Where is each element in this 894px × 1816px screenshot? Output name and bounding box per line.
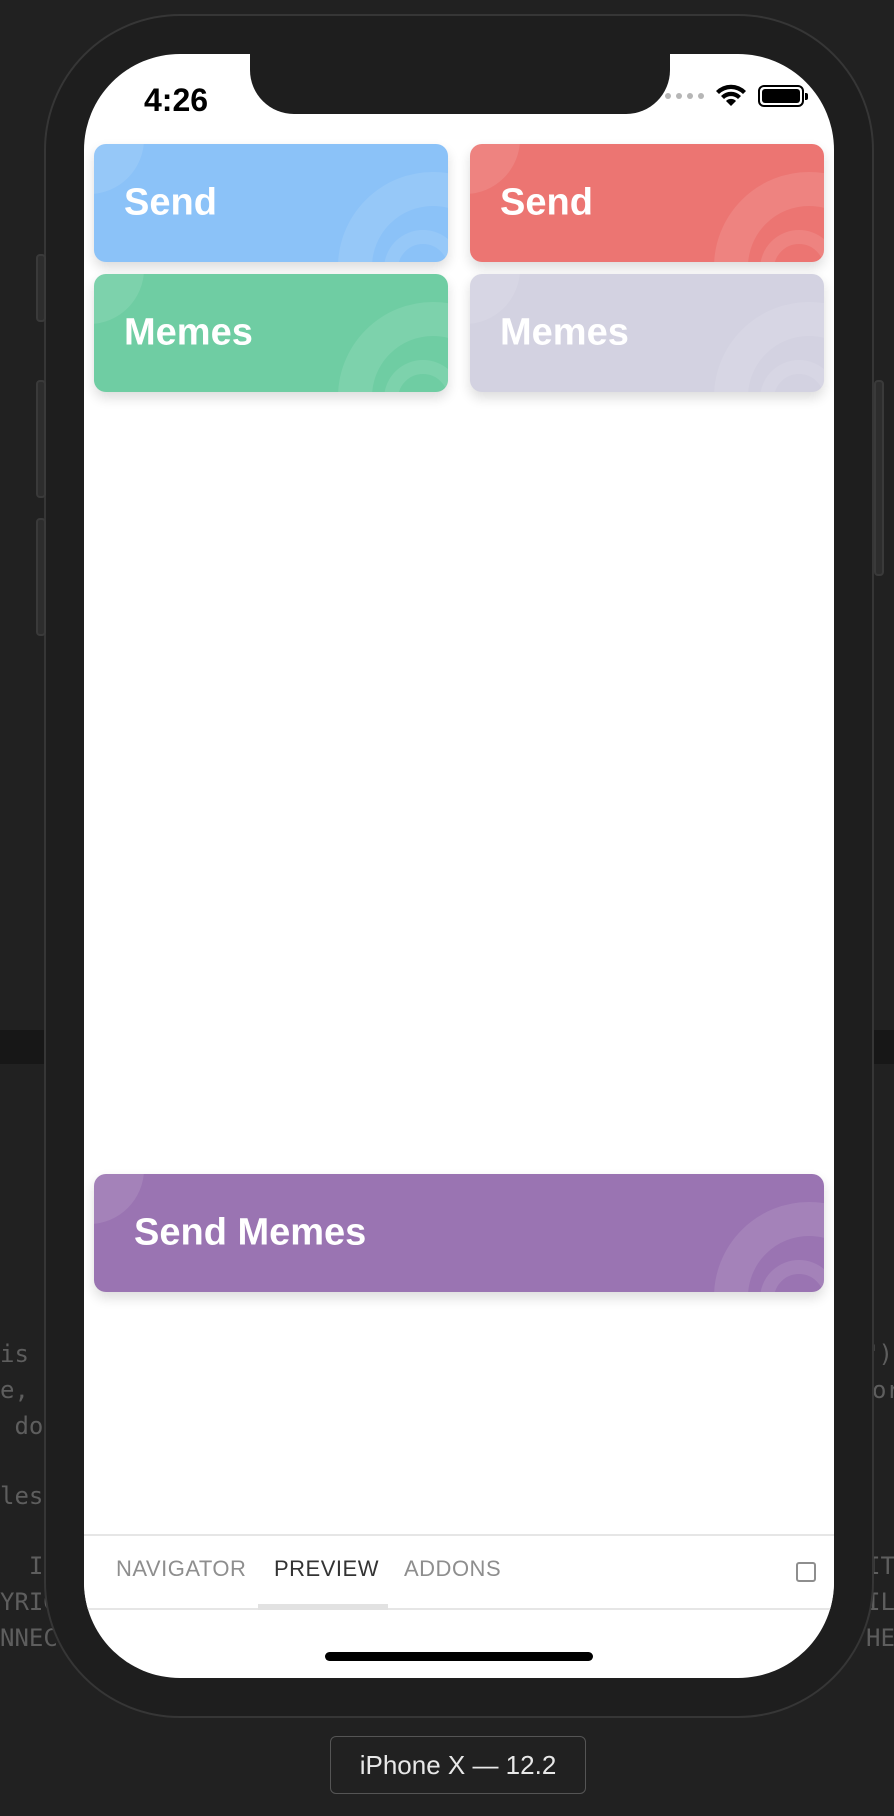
status-indicators xyxy=(665,84,808,108)
storybook-tab-bar: NAVIGATOR PREVIEW ADDONS xyxy=(84,1534,834,1610)
memes-card-gray[interactable]: Memes xyxy=(470,274,824,392)
notch xyxy=(250,54,670,114)
code-fragment: les xyxy=(0,1482,44,1510)
card-label: Memes xyxy=(500,311,629,354)
card-label: Send xyxy=(124,181,217,224)
active-tab-indicator xyxy=(258,1604,388,1610)
code-fragment: or xyxy=(872,1376,894,1404)
code-fragment: do xyxy=(0,1412,44,1440)
send-card-red[interactable]: Send xyxy=(470,144,824,262)
card-label: Send Memes xyxy=(134,1211,367,1254)
send-card-blue[interactable]: Send xyxy=(94,144,448,262)
code-fragment: HE xyxy=(866,1624,894,1652)
status-time: 4:26 xyxy=(144,82,209,118)
card-label: Send xyxy=(500,181,593,224)
volume-up-button xyxy=(36,380,46,498)
tab-addons[interactable]: ADDONS xyxy=(404,1556,501,1582)
wifi-icon xyxy=(716,84,746,106)
battery-icon xyxy=(758,85,808,107)
memes-card-green[interactable]: Memes xyxy=(94,274,448,392)
send-memes-card[interactable]: Send Memes xyxy=(94,1174,824,1292)
checkbox-icon[interactable] xyxy=(796,1562,816,1582)
tab-navigator[interactable]: NAVIGATOR xyxy=(116,1556,246,1582)
power-button xyxy=(874,380,884,576)
home-indicator[interactable] xyxy=(325,1652,593,1661)
volume-down-button xyxy=(36,518,46,636)
mute-switch xyxy=(36,254,46,322)
tab-preview[interactable]: PREVIEW xyxy=(274,1556,379,1582)
cellular-signal-icon xyxy=(665,93,704,99)
phone-screen: 4:26 Send Send Memes Memes Send Memes NA… xyxy=(84,54,834,1678)
device-selector[interactable]: iPhone X — 12.2 xyxy=(330,1736,586,1794)
card-label: Memes xyxy=(124,311,253,354)
